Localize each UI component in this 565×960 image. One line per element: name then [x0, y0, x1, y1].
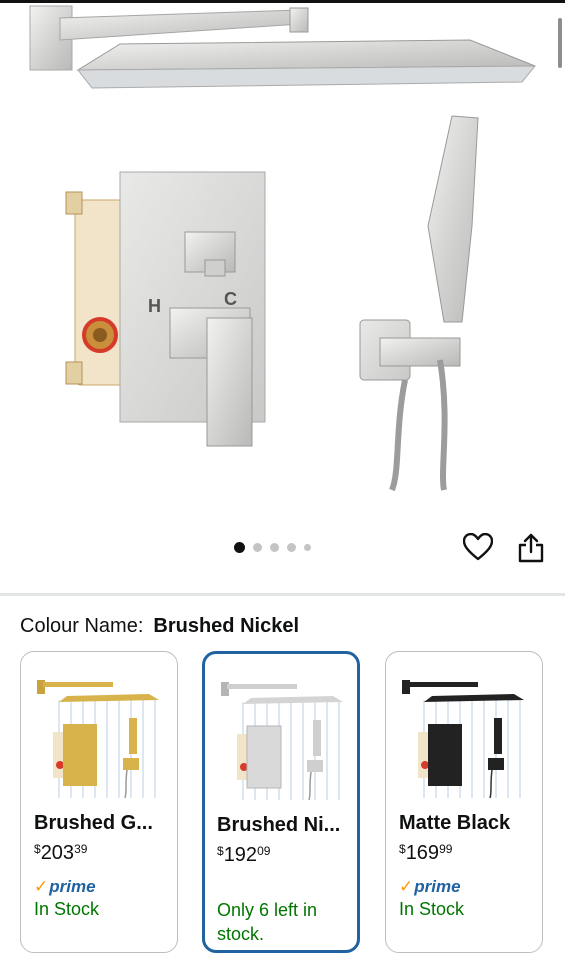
price-whole: 192	[223, 844, 258, 866]
share-icon[interactable]	[517, 533, 545, 563]
variant-swatch-matte-black[interactable]: Matte Black $16999 ✓prime In Stock	[385, 651, 543, 953]
variant-name: Brushed Ni...	[217, 814, 341, 836]
gallery-dots[interactable]	[234, 542, 311, 553]
colour-selected-value: Brushed Nickel	[153, 615, 299, 637]
variant-thumbnail-nickel	[221, 682, 343, 801]
price-whole: 169	[405, 842, 440, 864]
prime-badge: ✓prime	[34, 877, 96, 897]
stock-status: Only 6 left in stock.	[217, 900, 318, 944]
check-icon: ✓	[399, 877, 414, 896]
variant-price: $19209	[217, 844, 270, 867]
gallery-dot-4[interactable]	[287, 543, 296, 552]
heart-icon[interactable]	[463, 533, 493, 561]
variant-price: $16999	[399, 842, 452, 865]
price-cents: 09	[257, 844, 271, 858]
variant-thumbnail-gold	[37, 680, 159, 799]
shower-illustration: H C	[29, 5, 538, 492]
scrollbar[interactable]	[558, 18, 562, 68]
variant-thumbnail-black	[402, 680, 524, 799]
prime-badge: ✓prime	[399, 877, 461, 897]
variant-name: Matte Black	[399, 812, 511, 834]
check-icon: ✓	[34, 877, 49, 896]
colour-label: Colour Name:	[20, 615, 144, 637]
colour-name-row: Colour Name: Brushed Nickel	[20, 615, 299, 638]
price-cents: 99	[439, 842, 453, 856]
stock-status: In Stock	[399, 899, 465, 919]
stock-status: In Stock	[34, 899, 100, 919]
variant-price: $20339	[34, 842, 87, 865]
prime-label: prime	[49, 877, 96, 896]
gallery-dot-3[interactable]	[270, 543, 279, 552]
svg-text:C: C	[224, 289, 237, 309]
price-symbol: $	[217, 844, 224, 858]
prime-label: prime	[414, 877, 461, 896]
price-symbol: $	[34, 842, 41, 856]
gallery-dot-2[interactable]	[253, 543, 262, 552]
price-cents: 39	[74, 842, 88, 856]
variant-name: Brushed G...	[34, 812, 153, 834]
variant-swatch-brushed-nickel[interactable]: Brushed Ni... $19209 Only 6 left in stoc…	[202, 651, 360, 953]
price-whole: 203	[40, 842, 75, 864]
svg-text:H: H	[148, 296, 161, 316]
price-symbol: $	[399, 842, 406, 856]
gallery-dot-5[interactable]	[304, 544, 311, 551]
gallery-dot-1[interactable]	[234, 542, 245, 553]
product-image[interactable]: H C	[0, 0, 565, 510]
section-divider	[0, 593, 565, 596]
variant-swatch-brushed-gold[interactable]: Brushed G... $20339 ✓prime In Stock	[20, 651, 178, 953]
